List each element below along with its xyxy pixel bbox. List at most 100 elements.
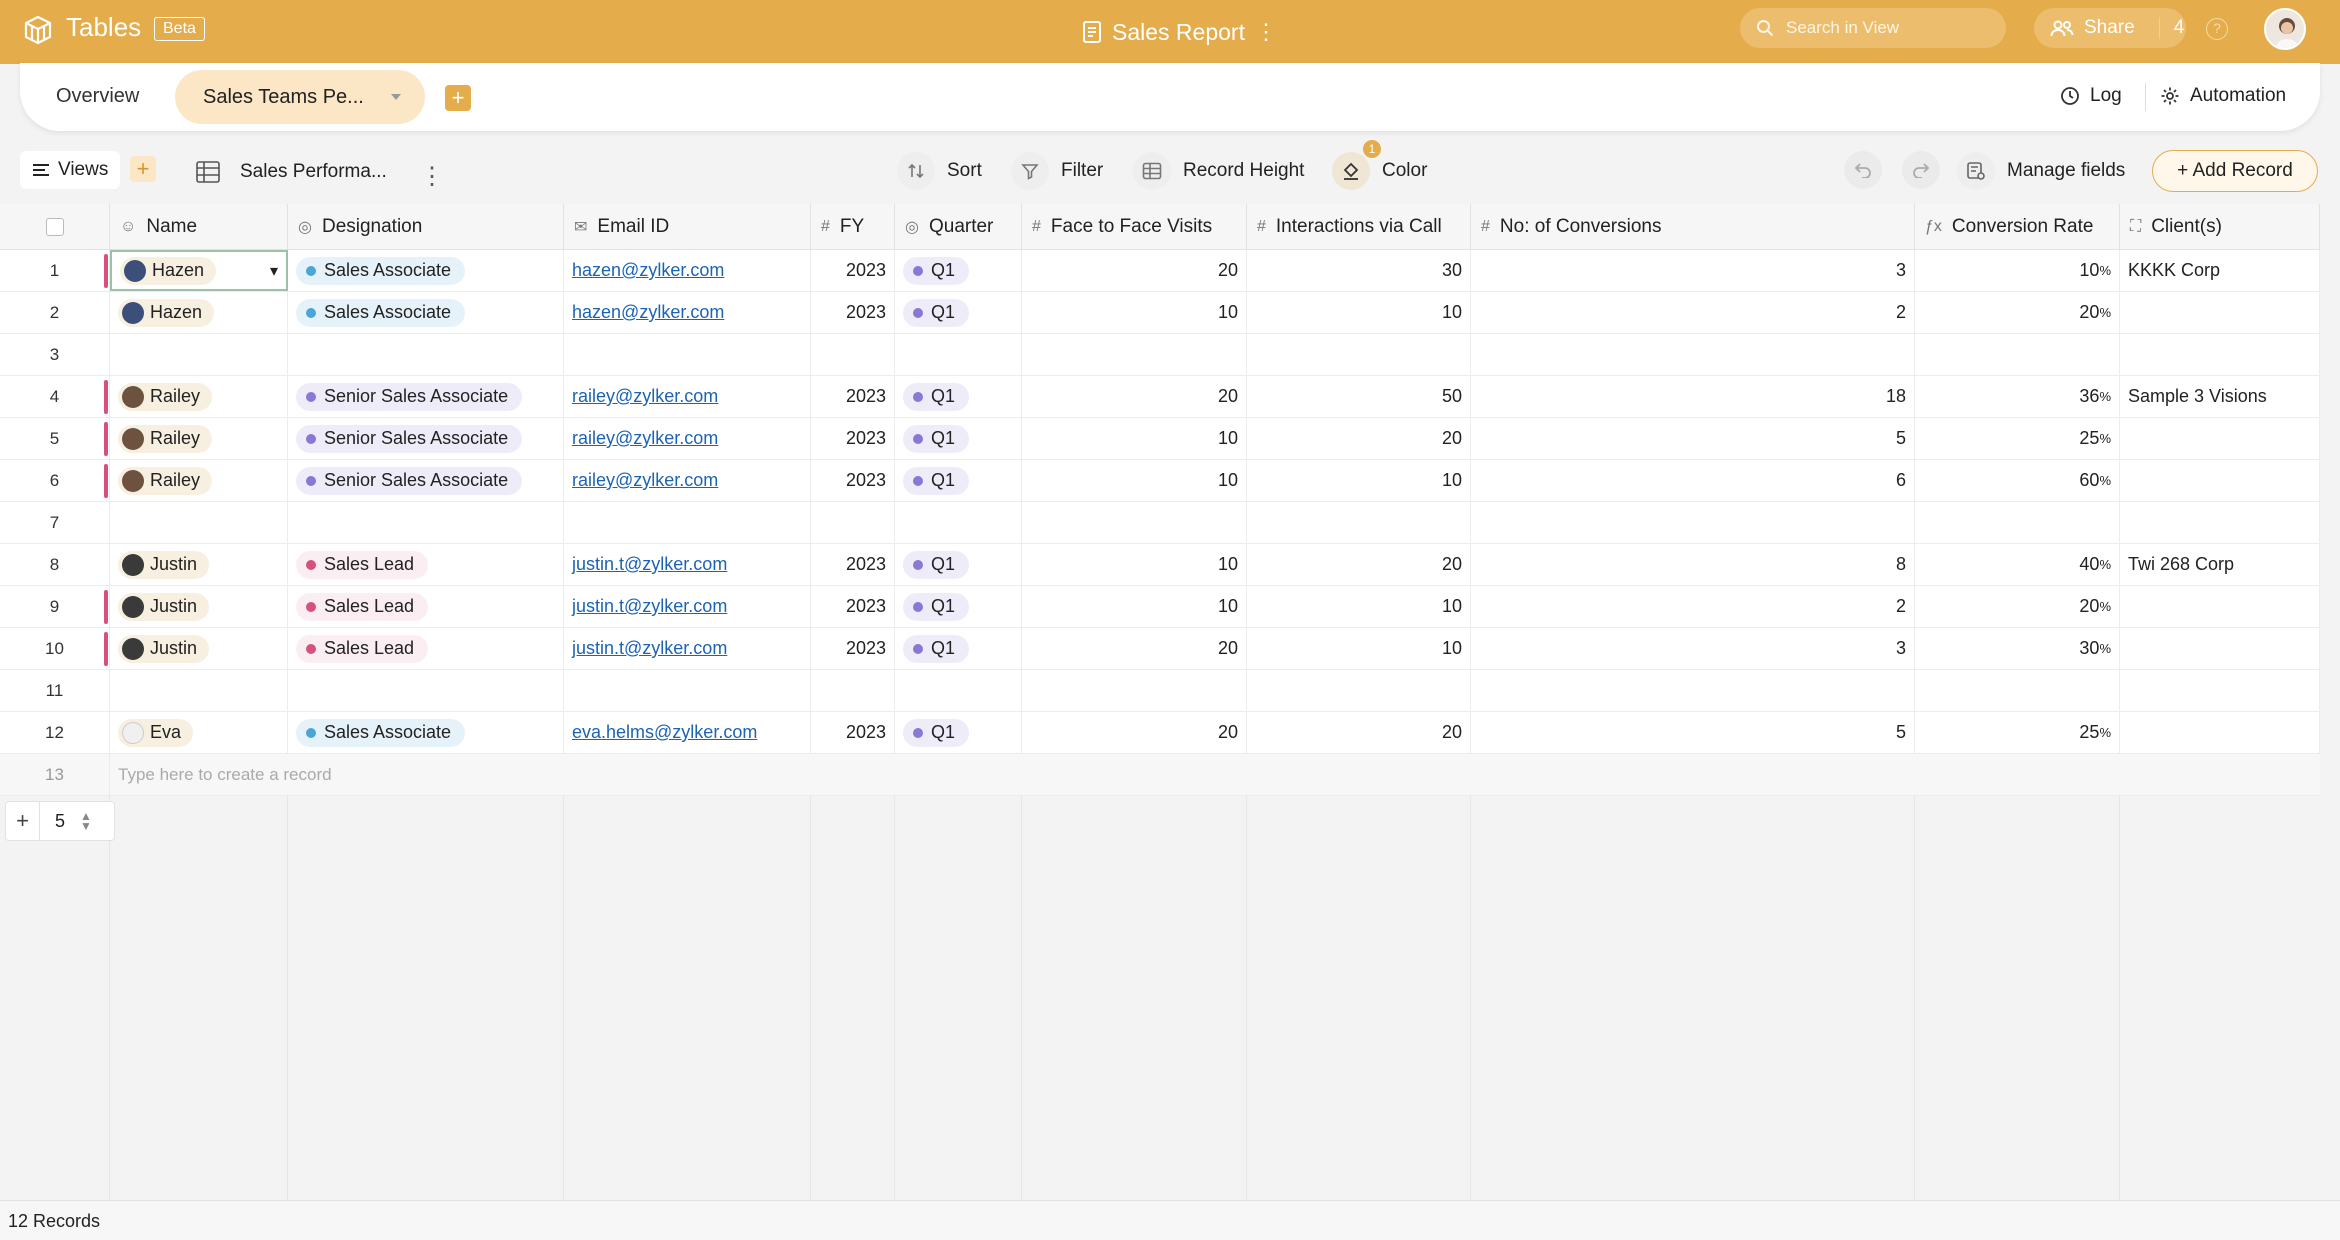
- user-chip[interactable]: Railey: [118, 424, 213, 453]
- email-cell[interactable]: justin.t@zylker.com: [564, 544, 811, 585]
- name-cell[interactable]: Railey: [110, 376, 288, 417]
- calls-cell[interactable]: 20: [1247, 544, 1471, 585]
- empty-cell[interactable]: [1022, 670, 1247, 711]
- calls-cell[interactable]: 10: [1247, 628, 1471, 669]
- designation-cell[interactable]: Sales Associate: [288, 250, 564, 291]
- record-height-button[interactable]: Record Height: [1133, 151, 1304, 191]
- calls-cell[interactable]: 50: [1247, 376, 1471, 417]
- table-row[interactable]: 8 Justin Sales Lead justin.t@zylker.com 2023…: [0, 544, 2320, 586]
- email-link[interactable]: railey@zylker.com: [572, 428, 718, 449]
- name-cell[interactable]: Justin: [110, 628, 288, 669]
- conversions-cell[interactable]: 6: [1471, 460, 1915, 501]
- client-cell[interactable]: [2120, 292, 2320, 333]
- designation-cell[interactable]: Senior Sales Associate: [288, 376, 564, 417]
- conversion-rate-cell[interactable]: 20%: [1915, 586, 2120, 627]
- empty-cell[interactable]: [2120, 670, 2320, 711]
- conversion-rate-cell[interactable]: 36%: [1915, 376, 2120, 417]
- quarter-cell[interactable]: Q1: [895, 586, 1022, 627]
- column-header[interactable]: # Face to Face Visits: [1022, 204, 1247, 250]
- conversions-cell[interactable]: 3: [1471, 628, 1915, 669]
- quarter-cell[interactable]: Q1: [895, 712, 1022, 753]
- client-cell[interactable]: Sample 3 Visions: [2120, 376, 2320, 417]
- designation-cell[interactable]: Senior Sales Associate: [288, 418, 564, 459]
- help-icon[interactable]: ?: [2206, 18, 2228, 40]
- empty-cell[interactable]: [110, 502, 288, 543]
- column-header[interactable]: # No: of Conversions: [1471, 204, 1915, 250]
- empty-cell[interactable]: [1247, 334, 1471, 375]
- table-row[interactable]: 11: [0, 670, 2320, 712]
- empty-cell[interactable]: [1471, 334, 1915, 375]
- filter-button[interactable]: Filter: [1011, 151, 1103, 191]
- user-chip[interactable]: Railey: [118, 382, 213, 411]
- chevron-down-icon[interactable]: [391, 94, 401, 100]
- quarter-cell[interactable]: Q1: [895, 376, 1022, 417]
- conversion-rate-cell[interactable]: 25%: [1915, 418, 2120, 459]
- quarter-cell[interactable]: Q1: [895, 292, 1022, 333]
- undo-icon[interactable]: [1844, 151, 1882, 189]
- conversion-rate-cell[interactable]: 20%: [1915, 292, 2120, 333]
- visits-cell[interactable]: 20: [1022, 376, 1247, 417]
- conversion-rate-cell[interactable]: 25%: [1915, 712, 2120, 753]
- empty-cell[interactable]: [564, 502, 811, 543]
- name-cell[interactable]: Hazen ▾: [110, 250, 288, 291]
- fy-cell[interactable]: 2023: [811, 292, 895, 333]
- visits-cell[interactable]: 10: [1022, 586, 1247, 627]
- name-cell[interactable]: Justin: [110, 586, 288, 627]
- view-selector[interactable]: Sales Performa...: [196, 152, 387, 192]
- sort-button[interactable]: Sort: [897, 151, 982, 191]
- column-header[interactable]: ⛶ Client(s): [2120, 204, 2320, 250]
- conversions-cell[interactable]: 2: [1471, 586, 1915, 627]
- empty-cell[interactable]: [1915, 334, 2120, 375]
- quarter-cell[interactable]: Q1: [895, 544, 1022, 585]
- fy-cell[interactable]: 2023: [811, 586, 895, 627]
- table-row[interactable]: 6 Railey Senior Sales Associate railey@zylk…: [0, 460, 2320, 502]
- calls-cell[interactable]: 20: [1247, 418, 1471, 459]
- client-cell[interactable]: [2120, 460, 2320, 501]
- user-chip[interactable]: Railey: [118, 466, 213, 495]
- visits-cell[interactable]: 10: [1022, 292, 1247, 333]
- email-link[interactable]: railey@zylker.com: [572, 386, 718, 407]
- empty-cell[interactable]: [1471, 502, 1915, 543]
- designation-cell[interactable]: Sales Lead: [288, 544, 564, 585]
- user-chip[interactable]: Justin: [118, 592, 210, 621]
- column-header[interactable]: ☺ Name: [110, 204, 288, 250]
- visits-cell[interactable]: 10: [1022, 544, 1247, 585]
- client-cell[interactable]: KKKK Corp: [2120, 250, 2320, 291]
- conversions-cell[interactable]: 3: [1471, 250, 1915, 291]
- fy-cell[interactable]: 2023: [811, 712, 895, 753]
- empty-cell[interactable]: [1247, 502, 1471, 543]
- share-button[interactable]: Share 4: [2034, 8, 2186, 48]
- column-header[interactable]: ◎ Designation: [288, 204, 564, 250]
- visits-cell[interactable]: 10: [1022, 460, 1247, 501]
- empty-cell[interactable]: [1022, 334, 1247, 375]
- user-chip[interactable]: Eva: [118, 718, 194, 747]
- empty-cell[interactable]: [811, 502, 895, 543]
- conversions-cell[interactable]: 5: [1471, 418, 1915, 459]
- client-cell[interactable]: [2120, 418, 2320, 459]
- empty-cell[interactable]: [1247, 670, 1471, 711]
- empty-cell[interactable]: [895, 334, 1022, 375]
- fy-cell[interactable]: 2023: [811, 376, 895, 417]
- empty-cell[interactable]: [288, 670, 564, 711]
- email-cell[interactable]: hazen@zylker.com: [564, 250, 811, 291]
- empty-cell[interactable]: [811, 334, 895, 375]
- empty-cell[interactable]: [110, 670, 288, 711]
- add-tab-button[interactable]: +: [445, 85, 471, 111]
- calls-cell[interactable]: 10: [1247, 292, 1471, 333]
- fy-cell[interactable]: 2023: [811, 628, 895, 669]
- table-row[interactable]: 5 Railey Senior Sales Associate railey@zylk…: [0, 418, 2320, 460]
- conversion-rate-cell[interactable]: 10%: [1915, 250, 2120, 291]
- designation-cell[interactable]: Sales Lead: [288, 586, 564, 627]
- more-vertical-icon[interactable]: ⋮: [1255, 21, 1277, 43]
- column-header[interactable]: ƒx Conversion Rate: [1915, 204, 2120, 250]
- visits-cell[interactable]: 20: [1022, 712, 1247, 753]
- conversions-cell[interactable]: 18: [1471, 376, 1915, 417]
- client-cell[interactable]: [2120, 586, 2320, 627]
- visits-cell[interactable]: 20: [1022, 628, 1247, 669]
- designation-cell[interactable]: Sales Lead: [288, 628, 564, 669]
- tab-sales-teams[interactable]: Sales Teams Pe...: [175, 70, 425, 124]
- table-row[interactable]: 12 Eva Sales Associate eva.helms@zylker.com…: [0, 712, 2320, 754]
- user-avatar[interactable]: [2264, 8, 2306, 50]
- empty-cell[interactable]: [2120, 502, 2320, 543]
- color-button[interactable]: Color: [1332, 151, 1427, 191]
